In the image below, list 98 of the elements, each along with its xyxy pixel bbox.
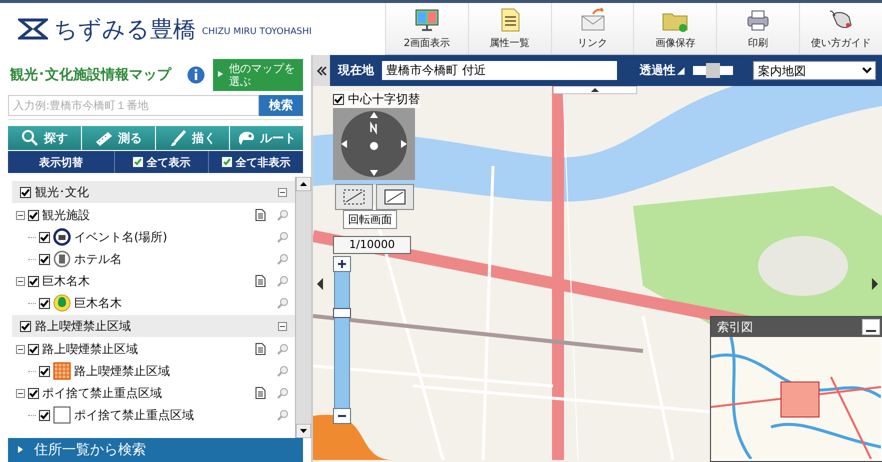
location-field[interactable]: 豊橋市今橋町 付近 <box>382 61 618 80</box>
layer-item-label: 巨木名木 <box>74 294 122 312</box>
checkbox[interactable] <box>39 254 50 264</box>
slider-thumb[interactable] <box>706 63 720 78</box>
checkbox[interactable] <box>20 186 31 198</box>
layer-item-label: イベント名(場所) <box>74 228 168 246</box>
zoom-thumb[interactable] <box>333 308 351 318</box>
brush-icon <box>169 129 187 147</box>
layer-label: ポイ捨て禁止重点区域 <box>42 384 162 402</box>
grid-symbol-icon <box>53 362 71 380</box>
tree-toggle-icon[interactable] <box>16 210 25 220</box>
collapse-panel-button[interactable] <box>313 55 330 86</box>
search-tool-button[interactable]: 探す <box>8 126 81 150</box>
layer-label: 巨木名木 <box>42 272 90 290</box>
zoom-out-box-button[interactable] <box>376 184 414 210</box>
attribute-list-icon[interactable] <box>255 209 266 221</box>
route-tool-button[interactable]: ルート <box>230 126 303 150</box>
category-label: 観光･文化 <box>35 184 89 200</box>
checkbox[interactable] <box>39 232 50 242</box>
checkbox[interactable] <box>28 388 39 398</box>
tree-toggle-icon[interactable] <box>16 344 25 354</box>
checkbox[interactable] <box>28 210 39 220</box>
save-button[interactable]: 画像保存 <box>633 3 716 54</box>
ruler-icon <box>95 129 113 147</box>
opacity-slider[interactable] <box>692 66 733 75</box>
zoom-slider[interactable] <box>334 271 350 409</box>
check-icon <box>222 157 232 167</box>
envelope-icon <box>578 7 607 33</box>
check-icon <box>132 157 143 167</box>
map-title: 観光･文化施設情報マップ <box>10 66 173 84</box>
crosshair-toggle-label: 中心十字切替 <box>348 91 420 108</box>
attribute-list-icon[interactable] <box>255 343 266 355</box>
logo-icon <box>18 18 48 40</box>
checkbox[interactable] <box>39 410 50 420</box>
layer-item-label: ホテル名 <box>74 250 122 268</box>
empty-square-icon <box>53 406 71 424</box>
scroll-up-button[interactable] <box>296 177 311 191</box>
zoom-in-button[interactable] <box>333 256 351 272</box>
link-button[interactable]: リンク <box>550 3 634 54</box>
ruler-tool-button[interactable]: 測る <box>82 126 155 150</box>
checkbox[interactable] <box>333 94 344 105</box>
double-chevron-icon <box>316 66 327 76</box>
category-header[interactable]: 路上喫煙禁止区域 <box>12 315 295 337</box>
pan-right-icon[interactable] <box>870 276 880 292</box>
monitor-icon <box>412 7 441 33</box>
map-top-tab[interactable] <box>553 86 637 94</box>
index-map-title: 索引図 <box>717 318 753 336</box>
minimize-button[interactable] <box>862 319 880 335</box>
checkbox[interactable] <box>39 366 50 376</box>
print-button[interactable]: 印刷 <box>716 3 800 54</box>
tree-symbol-icon <box>53 294 71 312</box>
map-type-select[interactable]: 案内地図 <box>752 61 876 80</box>
dual-button[interactable]: 2画面表示 <box>385 3 468 54</box>
checkbox[interactable] <box>39 298 50 308</box>
collapse-icon[interactable] <box>278 322 287 330</box>
collapse-icon[interactable] <box>278 188 287 196</box>
opacity-label: 透過性 <box>639 62 676 79</box>
hide-all-button[interactable]: 全て非表示 <box>208 151 303 173</box>
address-search-field[interactable]: 入力例:豊橋市今橋町１番地 <box>8 95 259 116</box>
location-label: 現在地 <box>338 62 374 79</box>
category-label: 路上喫煙禁止区域 <box>35 318 131 334</box>
camera-symbol-icon <box>53 228 71 246</box>
logo-subtitle: CHIZU MIRU TOYOHASHI <box>202 27 312 37</box>
play-triangle-icon <box>218 71 223 77</box>
pan-left-icon[interactable] <box>315 276 325 292</box>
show-all-button[interactable]: 全て表示 <box>114 151 208 173</box>
rotate-tooltip: 回転画面 <box>343 210 397 229</box>
zoom-box-button[interactable] <box>335 184 373 210</box>
map-scale: 1/10000 <box>333 236 411 254</box>
display-toggle-label: 表示切替 <box>38 154 84 170</box>
list-button[interactable]: 属性一覧 <box>468 3 551 54</box>
attribute-list-icon[interactable] <box>255 387 266 399</box>
checkbox[interactable] <box>20 320 31 332</box>
attribute-list-icon[interactable] <box>255 275 266 287</box>
other-map-button[interactable]: 他のマップを選ぶ <box>212 59 303 91</box>
layer-item-label: 路上喫煙禁止区域 <box>74 362 170 380</box>
zoom-out-button[interactable] <box>333 408 351 424</box>
logo-text: ちずみる豊橋 <box>54 16 196 44</box>
category-header[interactable]: 観光･文化 <box>12 181 295 203</box>
scrollbar[interactable] <box>295 177 311 438</box>
info-icon[interactable] <box>186 66 205 84</box>
tree-toggle-icon[interactable] <box>16 388 25 398</box>
guide-button[interactable]: 使い方ガイド <box>799 3 882 54</box>
triangle-icon <box>677 66 685 74</box>
play-triangle-icon <box>18 446 23 453</box>
search-button[interactable]: 検索 <box>259 95 303 116</box>
compass-pad[interactable] <box>333 108 415 180</box>
scroll-down-button[interactable] <box>296 424 311 438</box>
checkbox[interactable] <box>28 344 39 354</box>
checkbox[interactable] <box>28 276 39 286</box>
address-list-search-button[interactable]: 住所一覧から検索 <box>8 438 303 462</box>
layer-item-label: ポイ捨て禁止重点区域 <box>74 406 194 424</box>
tree-toggle-icon[interactable] <box>16 276 25 286</box>
layer-label: 路上喫煙禁止区域 <box>42 340 138 358</box>
layer-label: 観光施設 <box>42 206 90 224</box>
brush-tool-button[interactable]: 描く <box>156 126 229 150</box>
search-icon <box>21 129 39 147</box>
building-symbol-icon <box>53 250 71 268</box>
